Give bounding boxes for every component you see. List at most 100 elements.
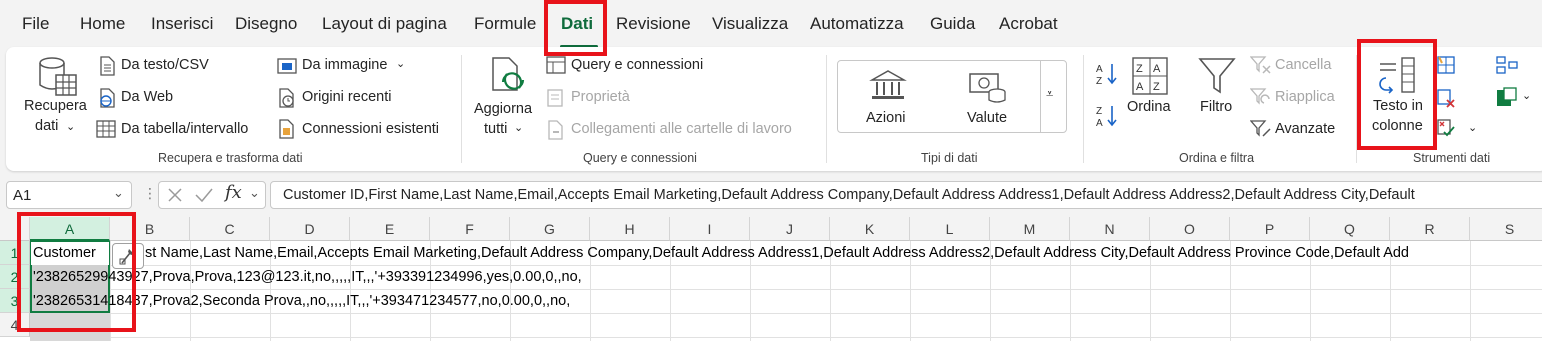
- name-box-value: A1: [13, 187, 32, 204]
- svg-text:A: A: [1153, 63, 1161, 75]
- group-label-strumenti: Strumenti dati: [1413, 151, 1491, 165]
- column-header-h[interactable]: H: [590, 217, 670, 241]
- svg-text:A: A: [1096, 118, 1103, 128]
- column-header-p[interactable]: P: [1230, 217, 1310, 241]
- da-tabella-intervallo-button[interactable]: Da tabella/intervallo: [121, 121, 248, 137]
- confirm-icon[interactable]: [194, 186, 214, 204]
- gallery-expand-button[interactable]: [1040, 61, 1067, 132]
- column-header-f[interactable]: F: [430, 217, 510, 241]
- column-header-d[interactable]: D: [270, 217, 350, 241]
- column-header-n[interactable]: N: [1070, 217, 1150, 241]
- existing-connections-icon: [279, 119, 294, 139]
- column-header-o[interactable]: O: [1150, 217, 1230, 241]
- text-file-icon: [100, 56, 115, 76]
- column-header-r[interactable]: R: [1390, 217, 1470, 241]
- group-label-ordina: Ordina e filtra: [1179, 151, 1255, 165]
- database-table-icon: [39, 57, 77, 96]
- tab-home[interactable]: Home: [80, 14, 125, 34]
- workbook-links-icon: [548, 120, 563, 140]
- group-label-tipi: Tipi di dati: [921, 151, 978, 165]
- cancella-button[interactable]: Cancella: [1275, 57, 1331, 73]
- sort-z-a-icon: Z A: [1096, 106, 1117, 128]
- data-model-icon: [1497, 87, 1517, 106]
- gridline: [30, 289, 1542, 290]
- tab-file[interactable]: File: [22, 14, 49, 34]
- gridline: [30, 337, 1542, 338]
- recent-sources-icon: [279, 88, 294, 108]
- ribbon-separator: [826, 55, 827, 163]
- column-header-g[interactable]: G: [510, 217, 590, 241]
- more-options-icon[interactable]: ⋮: [143, 185, 157, 202]
- column-header-e[interactable]: E: [350, 217, 430, 241]
- sort-dialog-icon: Z A A Z: [1132, 57, 1168, 95]
- refresh-all-icon: [492, 57, 525, 91]
- chevron-down-icon: ⌄: [1468, 122, 1478, 134]
- column-header-k[interactable]: K: [830, 217, 910, 241]
- highlight-dati-tab: [544, 0, 607, 56]
- column-header-i[interactable]: I: [670, 217, 750, 241]
- svg-text:Z: Z: [1153, 81, 1160, 93]
- group-label-query: Query e connessioni: [583, 151, 697, 165]
- query-e-connessioni-button[interactable]: Query e connessioni: [571, 57, 703, 73]
- chevron-down-icon[interactable]: ⌄: [113, 185, 124, 201]
- formula-content: Customer ID,First Name,Last Name,Email,A…: [283, 187, 1415, 203]
- gallery-more-icon: ⩡: [1046, 86, 1054, 101]
- query-connections-icon: [546, 56, 566, 74]
- tab-visualizza[interactable]: Visualizza: [712, 14, 788, 34]
- da-immagine-button[interactable]: Da immagine: [302, 57, 387, 73]
- tab-revisione[interactable]: Revisione: [616, 14, 691, 34]
- ribbon-separator: [461, 55, 462, 163]
- advanced-filter-icon: [1250, 120, 1271, 137]
- azioni-button[interactable]: Azioni: [866, 110, 906, 126]
- ribbon-separator: [1083, 55, 1084, 163]
- column-header-s[interactable]: S: [1470, 217, 1542, 241]
- formula-input[interactable]: Customer ID,First Name,Last Name,Email,A…: [270, 181, 1542, 209]
- tab-disegno[interactable]: Disegno: [235, 14, 297, 34]
- table-range-icon: [96, 120, 116, 138]
- gridline: [30, 313, 1542, 314]
- tab-guida[interactable]: Guida: [930, 14, 975, 34]
- avanzate-button[interactable]: Avanzate: [1275, 121, 1335, 137]
- group-label-recupera: Recupera e trasforma dati: [158, 151, 303, 165]
- column-header-l[interactable]: L: [910, 217, 990, 241]
- consolidate-icon: [1496, 56, 1518, 74]
- currency-icon: [969, 73, 1006, 103]
- column-header-c[interactable]: C: [190, 217, 270, 241]
- collegamenti-button[interactable]: Collegamenti alle cartelle di lavoro: [571, 121, 792, 137]
- clear-filter-icon: [1250, 56, 1271, 74]
- tab-formule[interactable]: Formule: [474, 14, 536, 34]
- da-web-button[interactable]: Da Web: [121, 89, 173, 105]
- svg-text:Z: Z: [1096, 106, 1102, 117]
- column-header-m[interactable]: M: [990, 217, 1070, 241]
- sort-a-z-icon: A Z: [1096, 64, 1117, 86]
- column-header-q[interactable]: Q: [1310, 217, 1390, 241]
- cancel-icon[interactable]: [166, 186, 184, 204]
- bank-building-icon: [869, 70, 907, 99]
- chevron-down-icon: ⌄: [1522, 90, 1532, 102]
- tab-layout-di-pagina[interactable]: Layout di pagina: [322, 14, 447, 34]
- filtro-button[interactable]: Filtro: [1200, 99, 1232, 115]
- spreadsheet-grid[interactable]: A B C D E F G H I J K L M N O P Q R S 1 …: [0, 217, 1542, 341]
- origini-recenti-button[interactable]: Origini recenti: [302, 89, 391, 105]
- svg-text:Z: Z: [1096, 76, 1102, 86]
- svg-text:Z: Z: [1136, 63, 1143, 75]
- filter-funnel-icon: [1198, 58, 1236, 94]
- riapplica-button[interactable]: Riapplica: [1275, 89, 1335, 105]
- tab-acrobat[interactable]: Acrobat: [999, 14, 1058, 34]
- insert-function-icon[interactable]: fx: [225, 182, 242, 203]
- remove-duplicates-icon: [1437, 89, 1455, 108]
- tab-automatizza[interactable]: Automatizza: [810, 14, 904, 34]
- valute-button[interactable]: Valute: [967, 110, 1007, 126]
- connessioni-esistenti-button[interactable]: Connessioni esistenti: [302, 121, 439, 137]
- da-testo-csv-button[interactable]: Da testo/CSV: [121, 57, 209, 73]
- highlight-column-a: [17, 212, 136, 332]
- chevron-down-icon[interactable]: ⌄: [249, 185, 260, 201]
- aggiorna-tutti-button[interactable]: Aggiorna: [474, 101, 532, 117]
- proprieta-button[interactable]: Proprietà: [571, 89, 630, 105]
- gridline: [30, 265, 1542, 266]
- recupera-dati-button[interactable]: Recupera: [24, 98, 87, 114]
- column-header-j[interactable]: J: [750, 217, 830, 241]
- ordina-button[interactable]: Ordina: [1127, 99, 1171, 115]
- tab-inserisci[interactable]: Inserisci: [151, 14, 213, 34]
- web-page-icon: [100, 88, 115, 108]
